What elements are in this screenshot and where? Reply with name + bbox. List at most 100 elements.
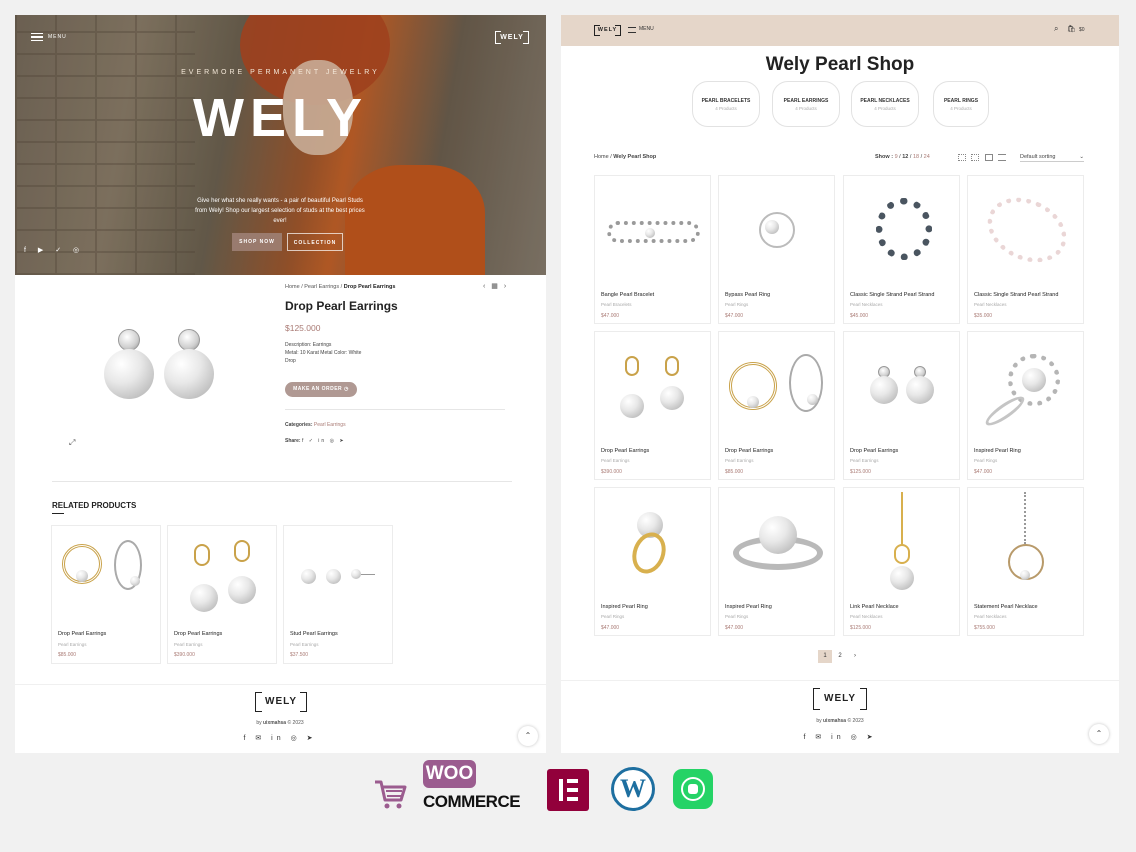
category-card-pearl-earrings[interactable]: PEARL EARRINGS 4 Products (772, 81, 840, 127)
pagination-current[interactable]: 1 (818, 650, 832, 663)
product-name[interactable]: Inspired Pearl Ring (974, 448, 1021, 454)
product-name[interactable]: Stud Pearl Earrings (290, 631, 338, 637)
product-price: $35.000 (974, 313, 993, 319)
product-name[interactable]: Classic Single Strand Pearl Strand (974, 292, 1058, 298)
product-name[interactable]: Classic Single Strand Pearl Strand (850, 292, 934, 298)
header-logo[interactable]: WELY (594, 25, 621, 36)
product-description-line: Drop (285, 358, 296, 364)
hamburger-icon[interactable] (31, 33, 43, 41)
product-name[interactable]: Drop Pearl Earrings (725, 448, 773, 454)
footer-logo[interactable]: WELY (255, 692, 307, 712)
hamburger-icon[interactable] (628, 27, 636, 33)
pagination-page-2[interactable]: 2 (833, 650, 847, 663)
product-category[interactable]: Pearl Necklaces (850, 614, 883, 619)
category-link[interactable]: Pearl Earrings (314, 422, 346, 428)
scroll-to-top-button[interactable]: ⌃ (518, 726, 538, 746)
menu-label[interactable]: MENU (639, 26, 654, 32)
product-name[interactable]: Inspired Pearl Ring (601, 604, 648, 610)
product-category[interactable]: Pearl Necklaces (850, 302, 883, 307)
collection-button[interactable]: COLLECTION (287, 233, 343, 251)
related-product-card[interactable]: Drop Pearl Earrings Pearl Earrings $390.… (167, 525, 277, 664)
footer-social-icons[interactable]: f ✉ in ◎ ➤ (790, 733, 890, 741)
footer-logo[interactable]: WELY (813, 688, 867, 710)
share-row: Share: f ✓ in ◎ ➤ (285, 438, 346, 444)
product-price: $755.000 (974, 625, 995, 631)
product-name[interactable]: Bangle Pearl Bracelet (601, 292, 654, 298)
footer-social-icons[interactable]: f ✉ in ◎ ➤ (230, 734, 330, 742)
grid-3-icon[interactable] (971, 154, 979, 161)
product-image (595, 488, 712, 600)
product-category[interactable]: Pearl Earrings (725, 458, 754, 463)
product-category[interactable]: Pearl Earrings (290, 642, 319, 647)
product-category[interactable]: Pearl Rings (974, 458, 997, 463)
product-name[interactable]: Drop Pearl Earrings (174, 631, 222, 637)
product-card[interactable]: Inspired Pearl Ring Pearl Rings $47.000 (718, 487, 835, 636)
breadcrumb-home[interactable]: Home (285, 284, 300, 290)
product-category[interactable]: Pearl Rings (725, 302, 748, 307)
hero-social-icons[interactable]: f ▶ ✓ ◎ (24, 246, 84, 254)
shop-page-preview: WELY MENU ⌕ 🛍︎ $0 Wely Pearl Shop PEARL … (561, 15, 1119, 753)
pagination-next[interactable]: › (848, 650, 862, 663)
search-icon[interactable]: ⌕ (1054, 24, 1058, 34)
related-product-card[interactable]: Drop Pearl Earrings Pearl Earrings $85.0… (51, 525, 161, 664)
product-name[interactable]: Bypass Pearl Ring (725, 292, 770, 298)
product-category[interactable]: Pearl Rings (601, 614, 624, 619)
show-per-page: Show : 9 / 12 / 18 / 24 (875, 154, 930, 160)
product-card[interactable]: Classic Single Strand Pearl Strand Pearl… (967, 175, 1084, 324)
product-card[interactable]: Inspired Pearl Ring Pearl Rings $47.000 (967, 331, 1084, 480)
cart-icon[interactable]: 🛍︎ (1067, 25, 1076, 33)
product-name[interactable]: Statement Pearl Necklace (974, 604, 1038, 610)
cart-total[interactable]: $0 (1079, 27, 1085, 33)
product-name[interactable]: Drop Pearl Earrings (850, 448, 898, 454)
shop-now-button[interactable]: SHOP NOW (232, 233, 282, 251)
grid-4-icon[interactable] (985, 154, 993, 161)
list-view-icon[interactable] (998, 154, 1006, 161)
share-icons[interactable]: f ✓ in ◎ ➤ (302, 438, 346, 444)
category-card-pearl-rings[interactable]: PEARL RINGS 4 Products (933, 81, 989, 127)
category-card-pearl-bracelets[interactable]: PEARL BRACELETS 4 Products (692, 81, 760, 127)
product-category[interactable]: Pearl Necklaces (974, 614, 1007, 619)
product-card[interactable]: Drop Pearl Earrings Pearl Earrings $125.… (843, 331, 960, 480)
product-card[interactable]: Bypass Pearl Ring Pearl Rings $47.000 (718, 175, 835, 324)
product-card[interactable]: Inspired Pearl Ring Pearl Rings $47.000 (594, 487, 711, 636)
product-category[interactable]: Pearl Earrings (174, 642, 203, 647)
product-card[interactable]: Classic Single Strand Pearl Strand Pearl… (843, 175, 960, 324)
product-category[interactable]: Pearl Earrings (58, 642, 87, 647)
product-name[interactable]: Inspired Pearl Ring (725, 604, 772, 610)
scroll-to-top-button[interactable]: ⌃ (1089, 724, 1109, 744)
show-option[interactable]: 9 (895, 154, 898, 160)
breadcrumb-category[interactable]: Pearl Earrings (304, 284, 339, 290)
product-category[interactable]: Pearl Bracelets (601, 302, 632, 307)
show-option[interactable]: 12 (902, 154, 908, 160)
divider (285, 409, 505, 410)
product-name[interactable]: Drop Pearl Earrings (601, 448, 649, 454)
product-category[interactable]: Pearl Earrings (850, 458, 879, 463)
show-option[interactable]: 18 (913, 154, 919, 160)
grid-2-icon[interactable] (958, 154, 966, 161)
related-product-card[interactable]: Stud Pearl Earrings Pearl Earrings $37.5… (283, 525, 393, 664)
product-category[interactable]: Pearl Necklaces (974, 302, 1007, 307)
sorting-select[interactable]: Default sorting ⌄ (1020, 154, 1084, 162)
menu-label[interactable]: MENU (48, 34, 67, 40)
hero-logo[interactable]: WELY (495, 31, 529, 44)
product-card[interactable]: Drop Pearl Earrings Pearl Earrings $390.… (594, 331, 711, 480)
product-card[interactable]: Statement Pearl Necklace Pearl Necklaces… (967, 487, 1084, 636)
breadcrumb-home[interactable]: Home (594, 154, 609, 160)
product-name[interactable]: Link Pearl Necklace (850, 604, 899, 610)
hero-tagline: EVERMORE PERMANENT JEWELRY (181, 69, 380, 76)
earring-stud (118, 329, 140, 351)
show-option[interactable]: 24 (924, 154, 930, 160)
product-category[interactable]: Pearl Earrings (601, 458, 630, 463)
product-nav-arrows[interactable]: ‹ ▦ › (483, 282, 508, 290)
product-name[interactable]: Drop Pearl Earrings (58, 631, 106, 637)
earring-pearl (164, 349, 214, 399)
zoom-icon[interactable]: ⤢ (69, 438, 75, 448)
product-price: $390.000 (174, 652, 195, 658)
product-card[interactable]: Bangle Pearl Bracelet Pearl Bracelets $4… (594, 175, 711, 324)
product-card[interactable]: Drop Pearl Earrings Pearl Earrings $85.0… (718, 331, 835, 480)
category-card-pearl-necklaces[interactable]: PEARL NECKLACES 4 Products (851, 81, 919, 127)
product-card[interactable]: Link Pearl Necklace Pearl Necklaces $125… (843, 487, 960, 636)
make-an-order-button[interactable]: MAKE AN ORDER ◷ (285, 382, 357, 397)
product-category[interactable]: Pearl Rings (725, 614, 748, 619)
product-image (595, 176, 712, 288)
